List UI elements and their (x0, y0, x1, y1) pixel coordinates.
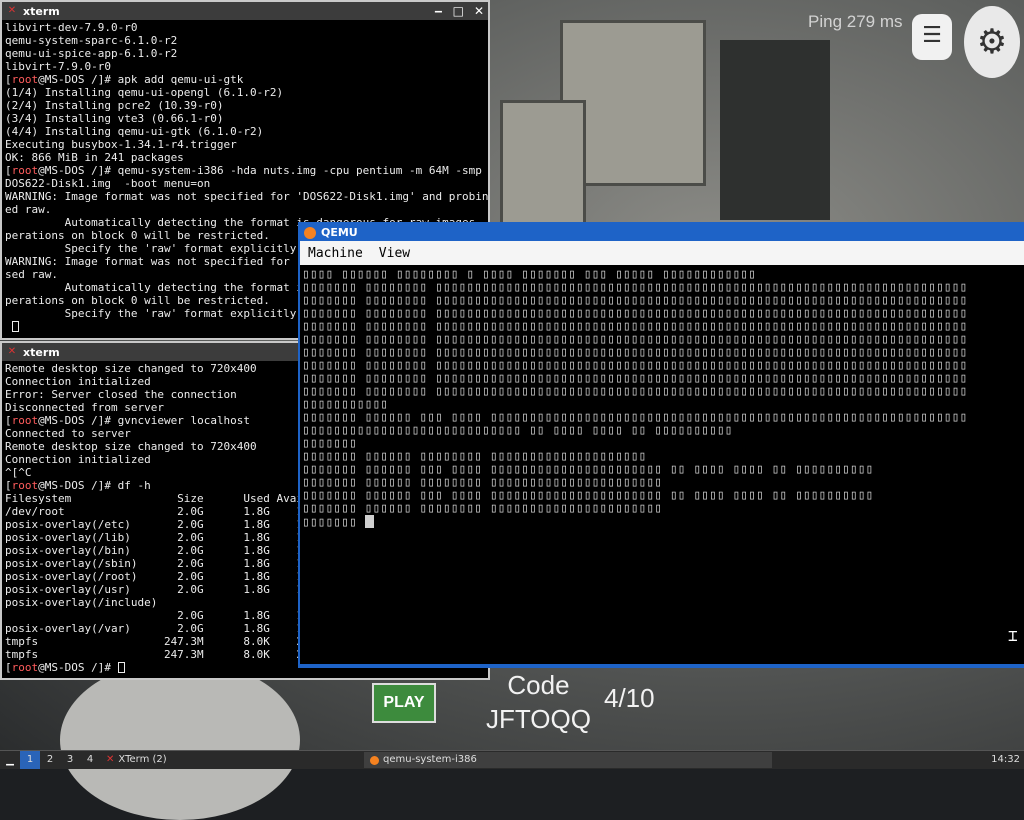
taskbar: ▁ 1 2 3 4 ✕ XTerm (2) qemu-system-i386 1… (0, 750, 1024, 769)
terminal-line: (3/4) Installing vte3 (0.66.1-r0) (5, 112, 224, 125)
guest-screen-line: ▯▯▯▯▯▯▯▯▯▯▯▯▯▯▯▯▯▯▯▯▯▯▯▯▯▯▯▯ ▯▯ ▯▯▯▯ ▯▯▯… (302, 423, 733, 438)
guest-screen-line: ▯▯▯▯▯▯▯ (302, 515, 1024, 529)
hud-lobby-code: Code JFTOQQ (486, 668, 591, 736)
taskbar-task-xterm[interactable]: ✕ XTerm (2) (100, 752, 173, 768)
menu-view[interactable]: View (379, 246, 410, 261)
terminal-line: Executing busybox-1.34.1-r4.trigger (5, 138, 237, 151)
guest-screen-text: ▯▯▯▯ ▯▯▯▯▯▯ ▯▯▯▯▯▯▯▯ ▯ ▯▯▯▯ ▯▯▯▯▯▯▯ ▯▯▯ … (300, 265, 1024, 532)
task-label: XTerm (2) (118, 754, 167, 765)
task-label: qemu-system-i386 (383, 754, 477, 765)
guest-cursor (364, 515, 374, 528)
terminal-line: OK: 866 MiB in 241 packages (5, 151, 184, 164)
terminal-line: ed raw. (5, 203, 52, 216)
window-title: xterm (23, 345, 60, 359)
workspace-3[interactable]: 3 (60, 751, 80, 769)
terminal-line: qemu-ui-spice-app-6.1.0-r2 (5, 47, 178, 60)
qemu-app-icon (370, 755, 379, 765)
window-title: QEMU (321, 226, 358, 239)
qemu-window[interactable]: QEMU Machine View ▯▯▯▯ ▯▯▯▯▯▯ ▯▯▯▯▯▯▯▯ ▯… (298, 222, 1024, 668)
text-cursor-icon: ⌶ (1008, 626, 1018, 645)
ping-readout: Ping 279 ms (808, 12, 903, 31)
settings-gear-icon: ⚙ (964, 6, 1020, 78)
xterm-titlebar[interactable]: ✕ xterm ‒ □ ✕ (2, 2, 488, 20)
chat-icon: ☰ (912, 14, 952, 60)
guest-screen-line: ▯▯▯▯▯▯▯ ▯▯▯▯▯▯▯▯ ▯▯▯▯▯▯▯▯▯▯▯▯▯▯▯▯▯▯▯▯▯▯▯… (302, 384, 968, 399)
qemu-guest-display[interactable]: ▯▯▯▯ ▯▯▯▯▯▯ ▯▯▯▯▯▯▯▯ ▯ ▯▯▯▯ ▯▯▯▯▯▯▯ ▯▯▯ … (300, 265, 1024, 664)
qemu-titlebar[interactable]: QEMU (300, 224, 1024, 241)
terminal-cursor (11, 321, 19, 332)
workspace-4[interactable]: 4 (80, 751, 100, 769)
terminal-line: libvirt-7.9.0-r0 (5, 60, 111, 73)
terminal-line: WARNING: Image format was not specified … (5, 190, 488, 203)
terminal-cursor (117, 662, 125, 673)
terminal-line: (4/4) Installing qemu-ui-gtk (6.1.0-r2) (5, 125, 264, 138)
window-title: xterm (23, 4, 60, 18)
workspace-1[interactable]: 1 (20, 751, 40, 769)
wallpaper-panel (500, 100, 586, 226)
clock: 14:32 (991, 754, 1020, 765)
hud-player-count: 4/10 (604, 683, 655, 713)
hud-play-badge: PLAY (372, 683, 436, 723)
terminal-line: DOS622-Disk1.img -boot menu=on (5, 177, 211, 190)
terminal-line: (2/4) Installing pcre2 (10.39-r0) (5, 99, 224, 112)
hud-code-value: JFTOQQ (486, 704, 591, 734)
menu-machine[interactable]: Machine (308, 246, 363, 261)
start-menu-icon[interactable]: ▁ (0, 755, 20, 766)
terminal-line: (1/4) Installing qemu-ui-opengl (6.1.0-r… (5, 86, 284, 99)
workspace-2[interactable]: 2 (40, 751, 60, 769)
wallpaper-table (60, 660, 300, 820)
minimize-icon[interactable]: ‒ (434, 4, 442, 18)
xterm-app-icon: ✕ (106, 754, 115, 765)
xterm-app-icon: ✕ (7, 5, 17, 16)
qemu-menubar: Machine View (300, 241, 1024, 265)
hud-code-label: Code (507, 670, 570, 700)
guest-screen-line: ▯▯▯▯▯▯▯ ▯▯▯▯▯▯ ▯▯▯▯▯▯▯▯ ▯▯▯▯▯▯▯▯▯▯▯▯▯▯▯▯… (302, 501, 663, 516)
qemu-app-icon (304, 226, 316, 239)
wallpaper-shadow (720, 40, 830, 220)
taskbar-task-qemu[interactable]: qemu-system-i386 (364, 752, 772, 768)
xterm-app-icon: ✕ (7, 346, 17, 357)
maximize-icon[interactable]: □ (453, 4, 464, 18)
terminal-line: [root@MS-DOS /]# qemu-system-i386 -hda n… (5, 164, 488, 177)
terminal-line: libvirt-dev-7.9.0-r0 (5, 21, 138, 34)
terminal-line: [root@MS-DOS /]# apk add qemu-ui-gtk (5, 73, 244, 86)
terminal-line: qemu-system-sparc-6.1.0-r2 (5, 34, 178, 47)
close-icon[interactable]: ✕ (474, 4, 484, 18)
